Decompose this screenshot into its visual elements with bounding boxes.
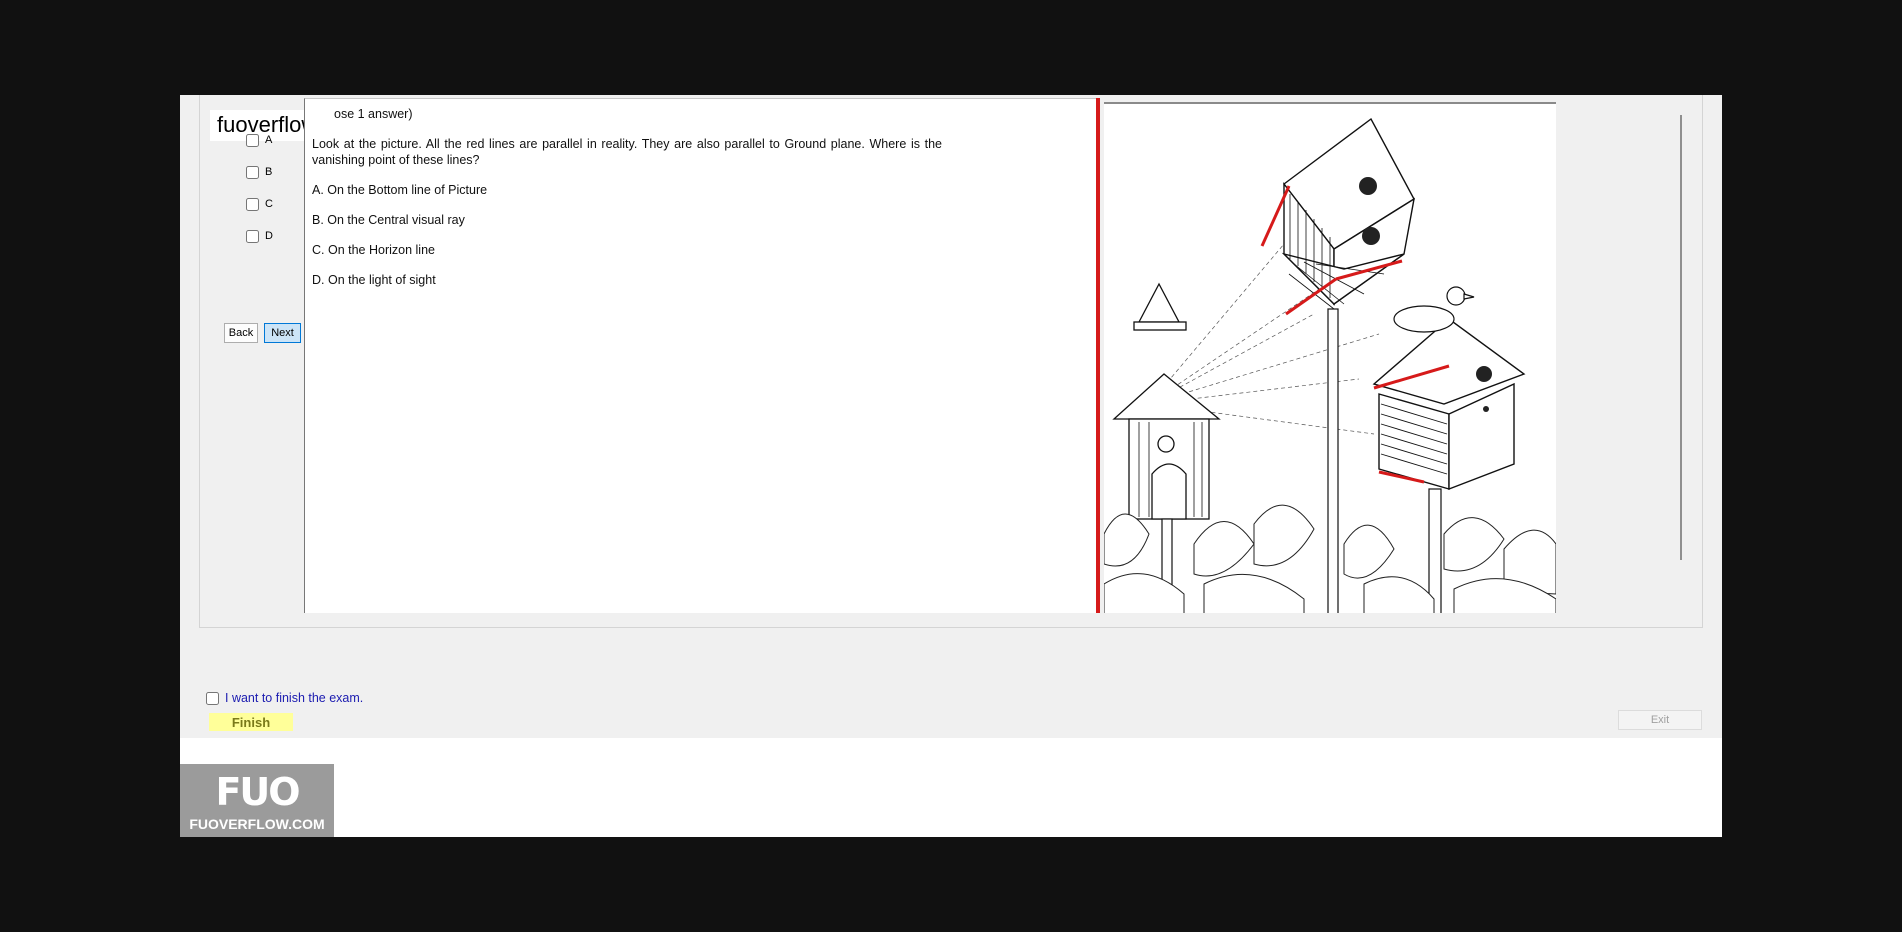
answer-a-checkbox[interactable] xyxy=(246,133,259,147)
question-text: Look at the picture. All the red lines a… xyxy=(312,137,942,167)
vertical-scrollbar[interactable] xyxy=(1680,115,1682,560)
answer-c-label: C xyxy=(265,198,273,210)
answer-c-row[interactable]: C xyxy=(246,196,273,212)
answer-a-label: A xyxy=(265,134,273,146)
answer-b-checkbox[interactable] xyxy=(246,165,259,179)
scroll-region xyxy=(1557,98,1697,613)
red-divider xyxy=(1096,98,1100,613)
question-header: ose 1 answer) xyxy=(334,107,413,121)
question-option-b: B. On the Central visual ray xyxy=(312,213,465,227)
fuo-logo-mark: FUO xyxy=(215,770,300,814)
answer-d-checkbox[interactable] xyxy=(246,229,259,243)
answer-b-label: B xyxy=(265,166,273,178)
fuoverflow-logo: FUO FUOVERFLOW.COM xyxy=(180,764,334,837)
footer-strip xyxy=(180,738,1722,837)
question-image xyxy=(1104,102,1556,613)
birdhouse-drawing xyxy=(1104,117,1556,613)
answer-b-row[interactable]: B xyxy=(246,164,272,180)
finish-confirm-label[interactable]: I want to finish the exam. xyxy=(225,691,363,705)
finish-confirm-row[interactable]: I want to finish the exam. xyxy=(206,691,363,705)
finish-button[interactable]: Finish xyxy=(209,713,293,731)
answer-d-row[interactable]: D xyxy=(246,228,273,244)
answer-d-label: D xyxy=(265,230,273,242)
exam-panel: fuoverflow A B C D Back Next ose 1 answe… xyxy=(199,95,1703,628)
question-option-a: A. On the Bottom line of Picture xyxy=(312,183,488,197)
next-button[interactable]: Next xyxy=(264,323,301,343)
answer-a-row[interactable]: A xyxy=(246,132,272,148)
back-button[interactable]: Back xyxy=(224,323,258,343)
question-panel: ose 1 answer) Look at the picture. All t… xyxy=(304,98,1100,613)
question-option-d: D. On the light of sight xyxy=(312,273,436,287)
exit-button[interactable]: Exit xyxy=(1618,710,1702,730)
fuo-logo-site: FUOVERFLOW.COM xyxy=(189,816,325,832)
question-option-c: C. On the Horizon line xyxy=(312,243,435,257)
answer-c-checkbox[interactable] xyxy=(246,197,259,211)
finish-confirm-checkbox[interactable] xyxy=(206,691,219,705)
exam-window: fuoverflow A B C D Back Next ose 1 answe… xyxy=(180,95,1722,837)
